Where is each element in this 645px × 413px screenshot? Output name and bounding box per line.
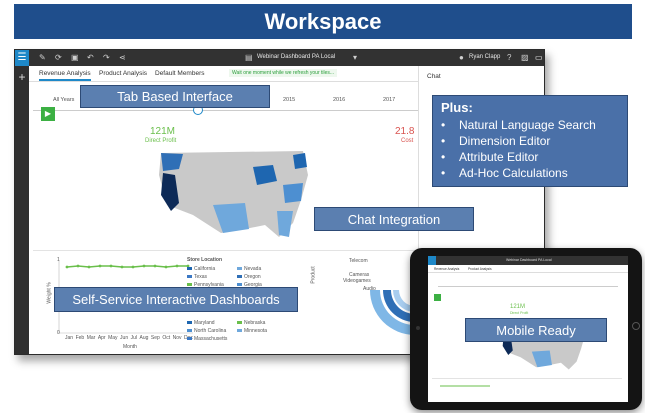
timeline-label[interactable]: 2015 [283,97,295,103]
chevron-down-icon[interactable]: ▾ [353,53,357,62]
tablet-menu-icon[interactable] [428,256,436,265]
kpi-label: Cost [401,138,414,144]
x-tick-label: Jun [120,335,129,341]
chat-icon[interactable]: ▭ [535,53,543,62]
timeline-track [33,110,418,111]
save-icon[interactable]: ▣ [71,53,79,62]
map-region[interactable] [293,153,307,169]
tablet-camera [416,326,420,330]
tablet-tab[interactable]: Revenue Analysis [434,267,459,271]
map-region[interactable] [277,211,293,237]
legend-item[interactable]: Maryland [187,320,215,326]
share-icon[interactable]: ⋖ [119,53,126,62]
x-tick-label: Aug [139,335,149,341]
kpi-value: 121M [150,126,176,137]
tablet-tab[interactable]: Product Analysis [468,267,492,271]
store-location-legend: Store Location [187,257,287,265]
add-icon[interactable]: + [15,70,29,84]
y-tick-label: 1 [57,257,60,263]
tablet-kpi-value: 121M [510,304,526,310]
top-toolbar: ✎ ⟳ ▣ ↶ ↷ ⋖ ▤ Webinar Dashboard PA Local… [29,50,544,66]
help-icon[interactable]: ? [507,53,511,62]
x-tick-label: Feb [75,335,85,341]
tablet-tab-bar: Revenue Analysis Product Analysis [428,265,628,273]
feature-item: Natural Language Search [441,117,619,133]
section-divider [33,250,418,251]
x-tick-label: May [108,335,118,341]
legend-item[interactable]: Oregon [237,274,261,280]
callout-mobile-ready: Mobile Ready [465,318,607,342]
dashboard-title[interactable]: Webinar Dashboard PA Local [257,54,335,60]
x-tick-label: Jan [65,335,74,341]
feature-item: Ad-Hoc Calculations [441,165,619,181]
tablet-play-button[interactable] [434,294,441,301]
legend-title: Store Location [187,257,223,263]
tablet-home-button[interactable] [632,322,640,330]
x-tick-label: Mar [86,335,96,341]
legend-item[interactable]: Nevada [237,266,261,272]
feature-list-box: Plus: Natural Language Search Dimension … [432,95,628,187]
tab-product-analysis[interactable]: Product Analysis [99,70,147,77]
x-tick-label: Jul [130,335,138,341]
feature-list-title: Plus: [441,100,473,115]
user-name[interactable]: Ryan Clapp [469,54,500,60]
tablet-dashboard-title[interactable]: Webinar Dashboard PA Local [506,258,552,262]
edit-icon[interactable]: ✎ [39,53,46,62]
tablet-timeline [438,286,618,287]
dashboard-icon: ▤ [245,53,253,62]
tablet-line-chart [440,385,490,387]
x-axis-label: Month [123,344,137,350]
legend-item[interactable]: North Carolina [187,328,226,334]
feature-item: Dimension Editor [441,133,619,149]
callout-self-service: Self-Service Interactive Dashboards [54,287,298,312]
tablet-toolbar: Webinar Dashboard PA Local [428,256,628,265]
refresh-notice: Wait one moment while we refresh your ti… [229,69,338,77]
undo-icon[interactable]: ↶ [87,53,94,62]
play-button[interactable]: ▶ [41,107,55,121]
tab-default-members[interactable]: Default Members [155,70,205,77]
product-label: Telecom [349,258,368,264]
x-tick-label: Sep [150,335,160,341]
legend-item[interactable]: Massachusetts [187,336,227,342]
callout-chat-integration: Chat Integration [314,207,474,231]
workspace-banner: Workspace [14,4,632,39]
callout-tab-interface: Tab Based Interface [80,85,270,108]
timeline-label[interactable]: 2017 [383,97,395,103]
timeline-label[interactable]: 2016 [333,97,345,103]
kpi-value: 21.8 [395,126,415,137]
legend-item[interactable]: Nebraska [237,320,265,326]
hamburger-menu-icon[interactable]: ☰ [15,50,29,66]
image-icon[interactable]: ▨ [521,53,529,62]
product-axis-label: Product [310,266,317,284]
y-tick-label: 0 [57,330,60,336]
redo-icon[interactable]: ↷ [103,53,110,62]
us-choropleth-map[interactable] [153,145,313,245]
legend-item[interactable]: Minnesota [237,328,267,334]
y-axis-label: Weight % [46,282,53,304]
tab-revenue-analysis[interactable]: Revenue Analysis [39,70,91,81]
x-tick-label: Apr [97,335,106,341]
left-sidebar: ☰ + [15,50,29,354]
x-tick-label: Nov [172,335,182,341]
x-tick-label: Oct [162,335,171,341]
legend-item[interactable]: California [187,266,215,272]
legend-item[interactable]: Texas [187,274,207,280]
tablet-divider [432,378,622,379]
tab-bar: Revenue Analysis Product Analysis Defaul… [29,66,434,82]
chat-label: Chat [427,73,441,80]
kpi-label: Direct Profit [145,138,177,144]
feature-item: Attribute Editor [441,149,619,165]
map-region[interactable] [283,183,303,203]
timeline-label[interactable]: All Years [53,97,74,103]
tablet-kpi-label: Direct Profit [510,311,529,315]
user-avatar-icon: ● [459,53,464,62]
refresh-icon[interactable]: ⟳ [55,53,62,62]
x-axis-ticks: Jan Feb Mar Apr May Jun Jul Aug Sep Oct … [65,335,193,341]
